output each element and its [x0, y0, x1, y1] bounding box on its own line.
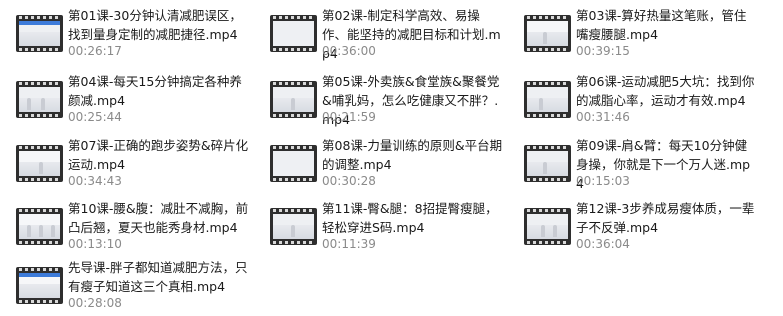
file-duration: 00:30:28	[322, 174, 376, 188]
file-duration: 00:15:03	[576, 174, 630, 188]
video-file-icon	[524, 81, 571, 118]
video-file-icon	[16, 81, 63, 118]
file-duration: 00:34:43	[68, 174, 122, 188]
file-name: 第11课-臀&腿：8招提臀瘦腿，轻松穿进S码.mp4	[322, 201, 498, 235]
file-name: 第08课-力量训练的原则&平台期的调整.mp4	[322, 138, 503, 172]
video-file-icon	[16, 208, 63, 245]
video-file-item[interactable]: 第04课-每天15分钟搞定各种养颜减.mp4 00:25:44	[0, 70, 250, 130]
file-duration: 00:39:15	[576, 44, 630, 58]
video-file-item[interactable]: 第01课-30分钟认清减肥误区，找到量身定制的减肥捷径.mp4 00:26:17	[0, 4, 250, 64]
video-file-item[interactable]: 第06课-运动减肥5大坑：找到你的减脂心率，运动才有效.mp4 00:31:46	[508, 70, 758, 130]
video-file-icon	[270, 145, 317, 182]
file-name: 第01课-30分钟认清减肥误区，找到量身定制的减肥捷径.mp4	[68, 8, 242, 42]
video-file-icon	[16, 145, 63, 182]
file-name: 第04课-每天15分钟搞定各种养颜减.mp4	[68, 74, 242, 108]
file-duration: 00:36:04	[576, 237, 630, 251]
file-name: 第10课-腰&腹：减肚不减胸，前凸后翘，夏天也能秀身材.mp4	[68, 201, 249, 235]
video-file-item[interactable]: 第07课-正确的跑步姿势&碎片化运动.mp4 00:34:43	[0, 134, 250, 194]
file-duration: 00:31:46	[576, 110, 630, 124]
video-file-icon	[524, 15, 571, 52]
file-name: 第07课-正确的跑步姿势&碎片化运动.mp4	[68, 138, 249, 172]
file-duration: 00:13:10	[68, 237, 122, 251]
video-file-item[interactable]: 第05课-外卖族&食堂族&聚餐党&哺乳妈，怎么吃健康又不胖？.mp4 00:21…	[254, 70, 504, 130]
video-file-item[interactable]: 第12课-3步养成易瘦体质，一辈子不反弹.mp4 00:36:04	[508, 197, 758, 257]
file-name: 第06课-运动减肥5大坑：找到你的减脂心率，运动才有效.mp4	[576, 74, 755, 108]
file-duration: 00:36:00	[322, 44, 376, 58]
file-duration: 00:25:44	[68, 110, 122, 124]
video-file-icon	[16, 267, 63, 304]
video-file-icon	[16, 15, 63, 52]
file-duration: 00:11:39	[322, 237, 376, 251]
video-file-item[interactable]: 先导课-胖子都知道减肥方法，只有瘦子知道这三个真相.mp4 00:28:08	[0, 256, 250, 316]
video-file-icon	[524, 145, 571, 182]
file-name: 第03课-算好热量这笔账，管住嘴瘦腰腿.mp4	[576, 8, 747, 42]
file-duration: 00:26:17	[68, 44, 122, 58]
video-file-item[interactable]: 第10课-腰&腹：减肚不减胸，前凸后翘，夏天也能秀身材.mp4 00:13:10	[0, 197, 250, 257]
video-file-icon	[270, 15, 317, 52]
file-duration: 00:28:08	[68, 296, 122, 310]
video-file-icon	[270, 81, 317, 118]
file-grid: 第01课-30分钟认清减肥误区，找到量身定制的减肥捷径.mp4 00:26:17…	[0, 0, 783, 316]
video-file-icon	[524, 208, 571, 245]
video-file-item[interactable]: 第02课-制定科学高效、易操作、能坚持的减肥目标和计划.mp4 00:36:00	[254, 4, 504, 64]
video-file-item[interactable]: 第09课-肩&臂：每天10分钟健身操，你就是下一个万人迷.mp4 00:15:0…	[508, 134, 758, 194]
video-file-item[interactable]: 第11课-臀&腿：8招提臀瘦腿，轻松穿进S码.mp4 00:11:39	[254, 197, 504, 257]
file-name: 第12课-3步养成易瘦体质，一辈子不反弹.mp4	[576, 201, 755, 235]
file-name: 先导课-胖子都知道减肥方法，只有瘦子知道这三个真相.mp4	[68, 260, 248, 294]
video-file-item[interactable]: 第03课-算好热量这笔账，管住嘴瘦腰腿.mp4 00:39:15	[508, 4, 758, 64]
video-file-icon	[270, 208, 317, 245]
video-file-item[interactable]: 第08课-力量训练的原则&平台期的调整.mp4 00:30:28	[254, 134, 504, 194]
file-duration: 00:21:59	[322, 110, 376, 124]
